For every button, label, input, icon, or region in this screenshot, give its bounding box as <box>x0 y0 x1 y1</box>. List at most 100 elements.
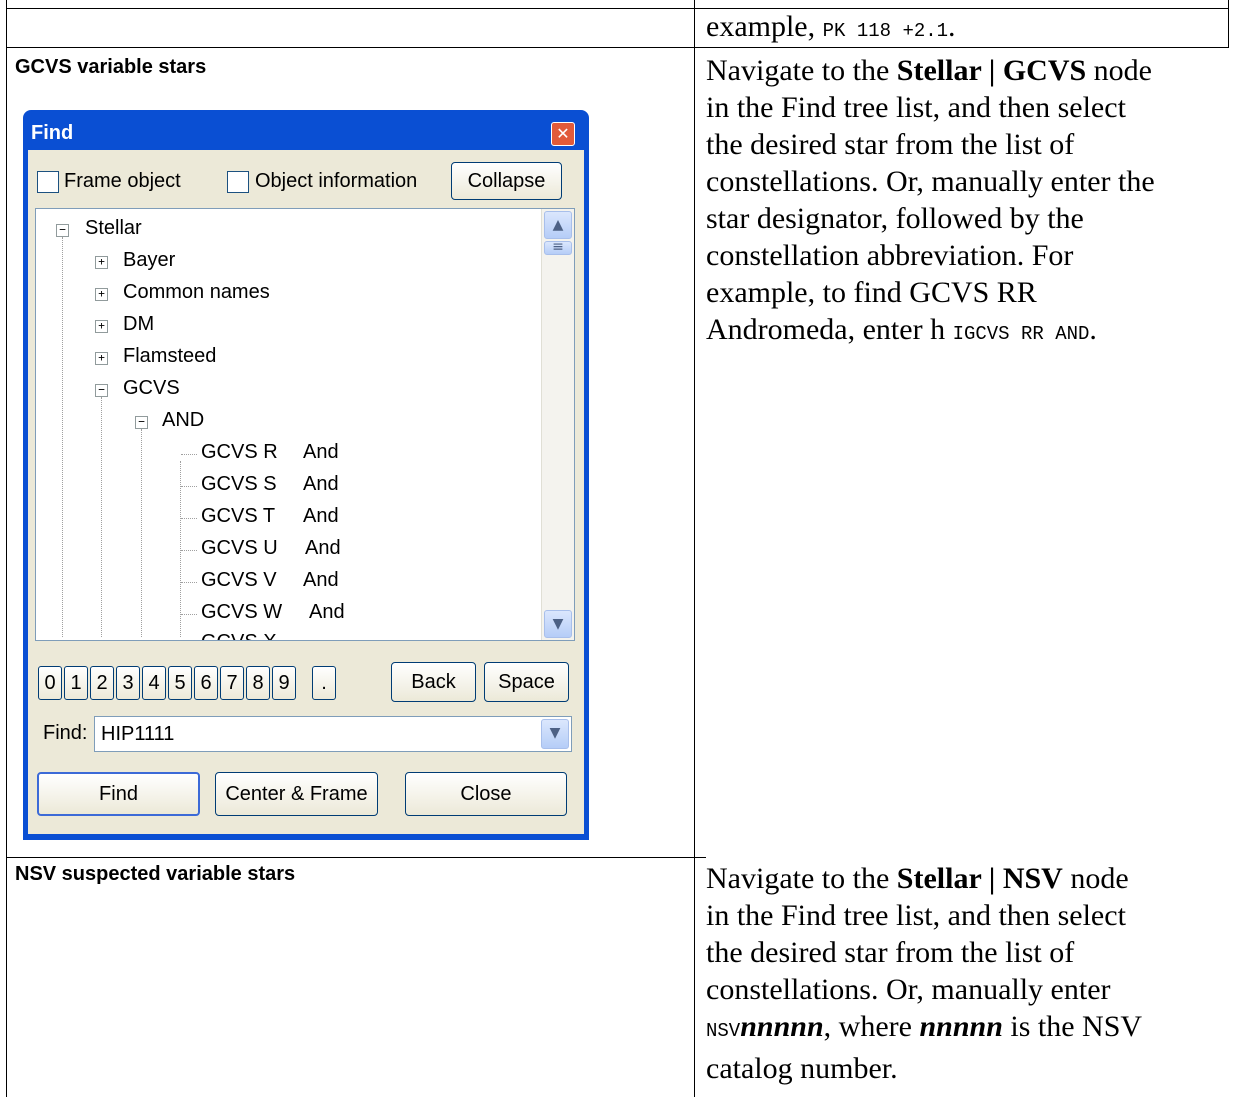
expand-icon[interactable]: + <box>95 288 108 301</box>
text-line: catalog number. <box>706 1052 898 1085</box>
find-dialog: Find ✕ Frame object Object information C… <box>23 110 589 840</box>
italic-placeholder: nnnnn <box>919 1010 1003 1043</box>
star-name: GCVS R <box>201 441 278 463</box>
digit-button[interactable]: 1 <box>64 666 88 700</box>
italic-placeholder: nnnnn <box>740 1010 824 1043</box>
expand-icon[interactable]: + <box>95 256 108 269</box>
row-divider-2b <box>694 857 706 858</box>
tree-scrollbar[interactable]: ▲ ≡ ▼ <box>541 209 574 640</box>
bold-path: Stellar | GCVS <box>896 54 1087 87</box>
gcvs-heading: GCVS variable stars <box>15 56 207 78</box>
tree-node-gcvs[interactable]: GCVS <box>123 377 180 400</box>
digit-button[interactable]: 4 <box>142 666 166 700</box>
find-button[interactable]: Find <box>37 772 200 816</box>
close-button[interactable]: Close <box>405 772 567 816</box>
find-tree[interactable]: − Stellar + Bayer + Common names + DM + … <box>35 208 575 641</box>
close-icon[interactable]: ✕ <box>551 122 575 146</box>
top-row-description: example, PK 118 +2.1. <box>706 8 1226 50</box>
decimal-button[interactable]: . <box>312 666 336 700</box>
object-information-label: Object information <box>255 170 418 192</box>
table-left-border <box>6 0 7 1097</box>
star-constellation: And <box>309 601 345 623</box>
star-name: GCVS T <box>201 505 276 527</box>
text-segment: Navigate to the <box>706 54 897 87</box>
tree-leaf-star[interactable]: GCVS S And <box>201 473 339 496</box>
tree-node-common-names[interactable]: Common names <box>123 281 270 304</box>
collapse-icon[interactable]: − <box>56 224 69 237</box>
digit-button[interactable]: 5 <box>168 666 192 700</box>
digit-button[interactable]: 6 <box>194 666 218 700</box>
dialog-title: Find <box>31 122 74 144</box>
tree-connector <box>181 614 197 615</box>
find-input[interactable]: HIP1111 ▼ <box>94 716 572 752</box>
scroll-down-icon[interactable]: ▼ <box>544 610 572 638</box>
scroll-up-icon[interactable]: ▲ <box>544 211 572 239</box>
text-line: example, to find GCVS RR <box>706 276 1037 309</box>
star-name: GCVS S <box>201 473 277 495</box>
text-line: the desired star from the list of <box>706 128 1075 161</box>
star-constellation: And <box>305 537 341 559</box>
digit-button[interactable]: 7 <box>220 666 244 700</box>
expand-icon[interactable]: + <box>95 352 108 365</box>
tree-guide-and <box>141 429 142 637</box>
tree-node-and[interactable]: AND <box>162 409 204 432</box>
text-line: the desired star from the list of <box>706 936 1075 969</box>
tree-node-flamsteed[interactable]: Flamsteed <box>123 345 216 368</box>
star-name: GCVS U <box>201 537 278 559</box>
tree-connector <box>181 486 197 487</box>
frame-object-checkbox[interactable] <box>37 171 59 193</box>
tree-node-stellar[interactable]: Stellar <box>85 217 142 240</box>
gcvs-description: Navigate to the Stellar | GCVS node in t… <box>706 52 1226 353</box>
star-name: GCVS V <box>201 569 277 591</box>
text-segment: , where <box>823 1010 920 1043</box>
text-segment: Andromeda, enter h <box>706 313 953 346</box>
text-line: constellations. Or, manually enter <box>706 973 1111 1006</box>
tree-leaf-star[interactable]: GCVS XAnd <box>201 631 277 641</box>
bold-path: Stellar | NSV <box>896 862 1063 895</box>
collapse-button[interactable]: Collapse <box>451 162 562 200</box>
collapse-icon[interactable]: − <box>95 384 108 397</box>
tree-connector <box>181 550 197 551</box>
tree-guide-root <box>62 237 63 637</box>
digit-button[interactable]: 8 <box>246 666 270 700</box>
back-button[interactable]: Back <box>391 662 476 702</box>
object-information-checkbox[interactable] <box>227 171 249 193</box>
digit-button[interactable]: 2 <box>90 666 114 700</box>
expand-icon[interactable]: + <box>95 320 108 333</box>
star-constellation: And <box>303 569 339 591</box>
nsv-description: Navigate to the Stellar | NSV node in th… <box>706 860 1226 1087</box>
digit-button[interactable]: 9 <box>272 666 296 700</box>
code-text: IGCVS RR AND <box>952 323 1090 345</box>
tree-leaf-star[interactable]: GCVS T And <box>201 505 339 528</box>
dialog-body: Frame object Object information Collapse… <box>28 150 584 834</box>
text-segment: . <box>948 10 956 43</box>
star-constellation: And <box>303 631 339 641</box>
star-constellation: And <box>303 505 339 527</box>
space-button[interactable]: Space <box>484 662 569 702</box>
text-segment: is the NSV <box>1002 1010 1143 1043</box>
text-segment: . <box>1089 313 1097 346</box>
tree-node-bayer[interactable]: Bayer <box>123 249 175 272</box>
star-name: GCVS X <box>201 631 277 641</box>
tree-leaf-star[interactable]: GCVS W And <box>201 601 345 624</box>
table-column-divider <box>694 0 695 1097</box>
text-line: in the Find tree list, and then select <box>706 899 1126 932</box>
digit-button[interactable]: 0 <box>38 666 62 700</box>
tree-guide-stars <box>180 461 181 637</box>
tree-leaf-star[interactable]: GCVS R And <box>201 441 339 464</box>
tree-leaf-star[interactable]: GCVS V And <box>201 569 339 592</box>
scroll-thumb[interactable]: ≡ <box>544 240 572 255</box>
find-label: Find: <box>43 722 88 744</box>
tree-connector <box>181 582 197 583</box>
digit-button[interactable]: 3 <box>116 666 140 700</box>
chevron-down-icon[interactable]: ▼ <box>541 719 569 749</box>
find-input-value: HIP1111 <box>101 723 175 745</box>
text-segment: node <box>1062 862 1129 895</box>
center-frame-button[interactable]: Center & Frame <box>215 772 378 816</box>
collapse-icon[interactable]: − <box>135 416 148 429</box>
text-line: constellation abbreviation. For <box>706 239 1074 272</box>
text-segment: node <box>1086 54 1152 87</box>
text-segment: Navigate to the <box>706 862 897 895</box>
tree-leaf-star[interactable]: GCVS U And <box>201 537 341 560</box>
tree-node-dm[interactable]: DM <box>123 313 154 336</box>
